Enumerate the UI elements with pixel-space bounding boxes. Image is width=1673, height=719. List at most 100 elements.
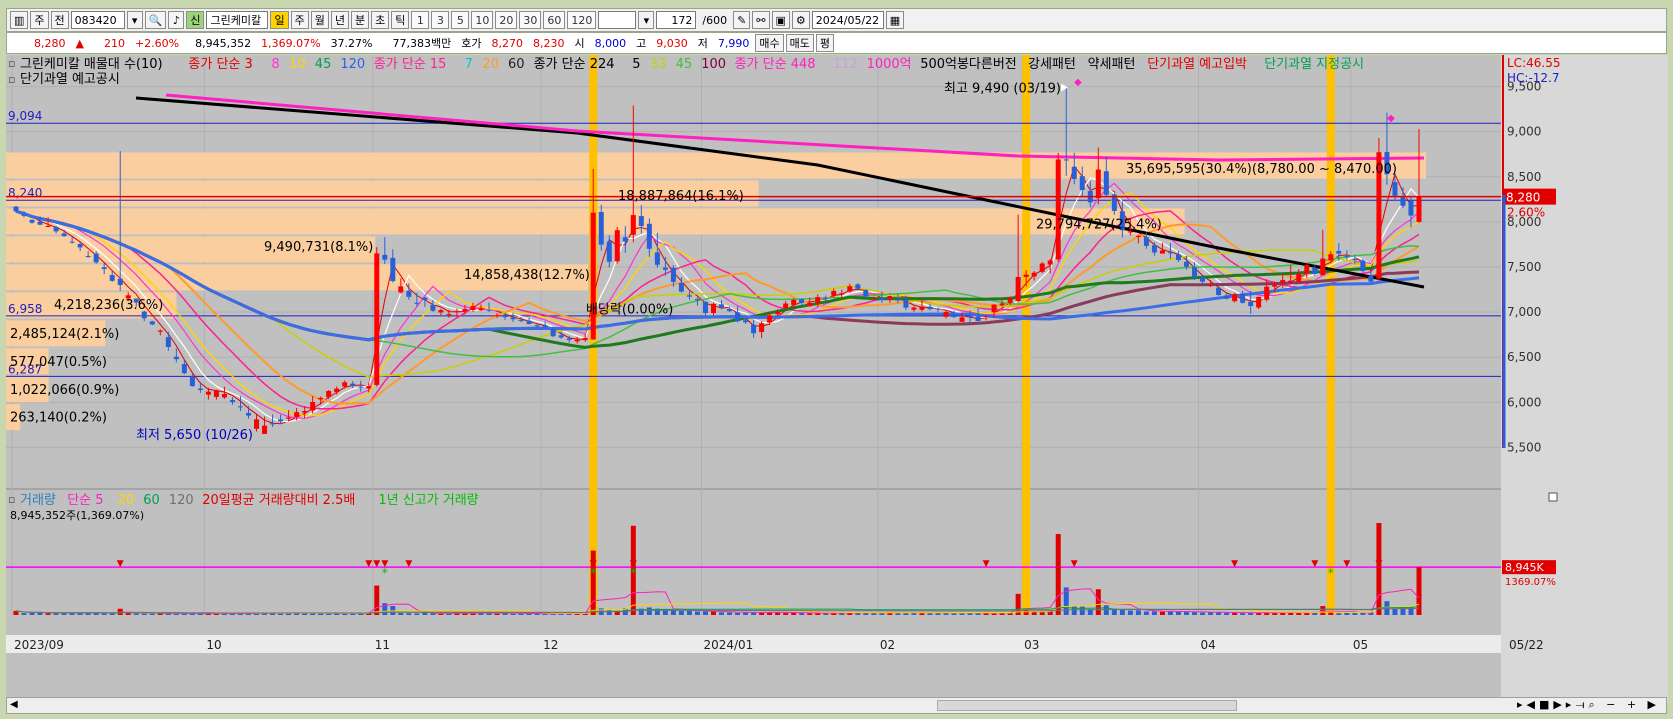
period-day[interactable]: 일 bbox=[270, 11, 289, 29]
period-year[interactable]: 년 bbox=[330, 11, 349, 29]
interval-20[interactable]: 20 bbox=[495, 11, 518, 29]
legend-item: 단기과열 예고공시 bbox=[20, 72, 120, 87]
candle-body bbox=[871, 297, 877, 299]
calendar-icon[interactable]: ▦ bbox=[885, 11, 905, 29]
volume-bar bbox=[606, 609, 612, 615]
count-input[interactable]: 172 bbox=[656, 11, 697, 29]
candle-body bbox=[743, 320, 749, 323]
candle-body bbox=[710, 303, 716, 313]
candle-body bbox=[165, 337, 171, 348]
date-input[interactable]: 2024/05/22 bbox=[811, 11, 884, 29]
current-pct-label: 2.60% bbox=[1507, 206, 1545, 220]
candle-body bbox=[93, 253, 99, 263]
legend-item: 33 bbox=[650, 57, 667, 72]
candle-body bbox=[101, 267, 107, 270]
legend-item: 45 bbox=[315, 57, 332, 72]
volume-bar bbox=[1095, 589, 1101, 615]
candle-body bbox=[1224, 295, 1230, 299]
candle-body bbox=[29, 219, 35, 223]
candle-body bbox=[494, 315, 500, 317]
volume-spike-arrow-icon: ▼ bbox=[1343, 559, 1350, 569]
volume-bar bbox=[702, 611, 708, 615]
volume-bar bbox=[1071, 606, 1077, 615]
volume-info: 8,945,352주(1,369.07%) bbox=[10, 509, 144, 522]
candle-body bbox=[1031, 272, 1037, 277]
volume-bar bbox=[895, 613, 901, 615]
volume-bar bbox=[686, 610, 692, 615]
time-axis-label: 11 bbox=[375, 638, 390, 652]
chart-controls-icon[interactable]: ▸◀■▶▸⟞⌕ − + ▶ bbox=[1517, 698, 1660, 712]
period-week[interactable]: 주 bbox=[290, 11, 309, 29]
sell-button[interactable]: 매도 bbox=[785, 34, 814, 52]
scroll-left-icon[interactable]: ◀ bbox=[10, 699, 18, 710]
candle-body bbox=[1328, 254, 1334, 261]
new-high-volume-icon: * bbox=[630, 566, 636, 580]
volume-bar bbox=[181, 613, 187, 615]
up-arrow-icon: ▲ bbox=[75, 36, 84, 50]
candle-body bbox=[1400, 197, 1406, 206]
interval-3[interactable]: 3 bbox=[431, 11, 450, 29]
price-legend-row2: 단기과열 예고공시 bbox=[20, 72, 120, 87]
volume-spike-arrow-icon: ▼ bbox=[983, 559, 990, 569]
search-icon[interactable]: 🔍 bbox=[144, 11, 167, 29]
save-icon[interactable]: ▣ bbox=[771, 11, 790, 29]
tool-icon[interactable]: ✎ bbox=[733, 11, 751, 29]
event-highlight-column bbox=[1022, 55, 1031, 615]
event-highlight-column bbox=[1326, 55, 1335, 615]
interval-1[interactable]: 1 bbox=[411, 11, 430, 29]
volume-spike-arrow-icon: ▼ bbox=[365, 559, 372, 569]
interval-input[interactable] bbox=[598, 11, 637, 29]
candle-body bbox=[414, 302, 420, 304]
vol-ratio: 1,369.07% bbox=[261, 36, 321, 50]
period-month[interactable]: 월 bbox=[310, 11, 329, 29]
change-pct: +2.60% bbox=[134, 36, 180, 50]
scroll-thumb[interactable] bbox=[937, 700, 1237, 711]
avg-button[interactable]: 평 bbox=[815, 34, 834, 52]
volume-legend: 거래량 단순 5 20 60 120 20일평균 거래량대비 2.5배 1년 신고가 거래량 bbox=[20, 493, 479, 508]
mode-select[interactable]: 주 bbox=[30, 11, 49, 29]
price-tick-label: 8,500 bbox=[1507, 170, 1541, 184]
gear-icon[interactable]: ⚙ bbox=[791, 11, 810, 29]
lc-label: LC:46.55 bbox=[1507, 56, 1560, 70]
mode2-select[interactable]: 전 bbox=[50, 11, 69, 29]
candle-body bbox=[189, 376, 195, 387]
candle-body bbox=[1336, 251, 1342, 254]
candle-body bbox=[526, 320, 532, 325]
interval-10[interactable]: 10 bbox=[471, 11, 494, 29]
candle-body bbox=[157, 330, 163, 332]
link-icon[interactable]: ⚯ bbox=[752, 11, 770, 29]
buy-button[interactable]: 매수 bbox=[755, 34, 784, 52]
volume-bar bbox=[991, 613, 997, 615]
volume-bar bbox=[61, 613, 67, 615]
interval-dropdown-icon[interactable]: ▾ bbox=[638, 11, 655, 29]
legend-item: 60 bbox=[508, 57, 525, 72]
candle-body bbox=[1007, 298, 1013, 303]
interval-120[interactable]: 120 bbox=[567, 11, 597, 29]
speaker-icon[interactable]: ♪ bbox=[168, 11, 185, 29]
period-tick[interactable]: 틱 bbox=[391, 11, 410, 29]
stock-name[interactable]: 그린케미칼 bbox=[206, 11, 269, 29]
code-input[interactable]: 083420 bbox=[70, 11, 125, 29]
candle-body bbox=[1264, 286, 1270, 300]
dropdown-icon[interactable]: ▾ bbox=[126, 11, 143, 29]
low: 7,990 bbox=[717, 36, 750, 50]
candle-body bbox=[630, 215, 636, 235]
chart-scrollbar[interactable]: ◀ ▸◀■▶▸⟞⌕ − + ▶ bbox=[6, 697, 1667, 714]
chart-type-icon[interactable]: ▥ bbox=[10, 11, 29, 29]
candle-body bbox=[382, 254, 388, 260]
time-axis-label: 12 bbox=[543, 638, 558, 652]
candle-body bbox=[510, 317, 516, 320]
candle-body bbox=[205, 391, 211, 395]
interval-60[interactable]: 60 bbox=[543, 11, 566, 29]
period-minute[interactable]: 분 bbox=[350, 11, 370, 29]
interval-5[interactable]: 5 bbox=[451, 11, 470, 29]
volume-bar bbox=[1240, 613, 1246, 615]
volume-spike-arrow-icon: ▼ bbox=[373, 559, 380, 569]
stock-chart[interactable]: 9,5009,0008,5008,0007,5007,0006,5006,000… bbox=[6, 55, 1668, 703]
candle-body bbox=[686, 295, 692, 297]
candle-body bbox=[694, 299, 700, 301]
interval-30[interactable]: 30 bbox=[519, 11, 542, 29]
period-second[interactable]: 초 bbox=[371, 11, 390, 29]
price-tick-label: 9,000 bbox=[1507, 125, 1541, 139]
price-tick-label: 7,500 bbox=[1507, 260, 1541, 274]
